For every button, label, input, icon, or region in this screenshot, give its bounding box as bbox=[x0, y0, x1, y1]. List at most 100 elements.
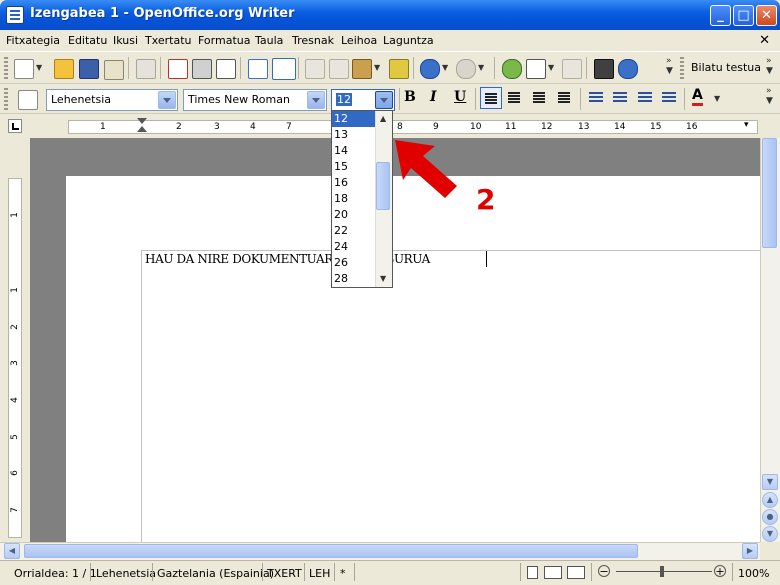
save-icon[interactable] bbox=[79, 59, 99, 79]
vertical-scroll-thumb[interactable] bbox=[762, 138, 777, 248]
multi-page-view-icon[interactable] bbox=[544, 566, 562, 579]
menu-formatua[interactable]: Formatua bbox=[198, 34, 250, 47]
dropdown-scroll-thumb[interactable] bbox=[376, 162, 390, 210]
binoculars-icon[interactable] bbox=[594, 59, 614, 79]
status-zoom[interactable]: 100% bbox=[738, 567, 769, 580]
menu-editatu[interactable]: Editatu bbox=[68, 34, 107, 47]
chevron-down-icon[interactable]: ▼ bbox=[442, 63, 448, 72]
indent-marker-icon[interactable] bbox=[137, 118, 147, 124]
chevron-down-icon[interactable]: ▼ bbox=[36, 63, 42, 72]
cut-icon[interactable] bbox=[305, 59, 325, 79]
draw-icon[interactable] bbox=[562, 59, 582, 79]
chevron-down-icon[interactable]: ▼ bbox=[548, 63, 554, 72]
decrease-indent-icon[interactable] bbox=[638, 92, 652, 94]
chevron-down-icon[interactable]: ▾ bbox=[744, 120, 749, 130]
status-page[interactable]: Orrialdea: 1 / 1 bbox=[14, 567, 97, 580]
status-page-style[interactable]: Lehenetsia bbox=[96, 567, 156, 580]
vertical-ruler-strip[interactable] bbox=[8, 178, 22, 538]
scroll-down-icon[interactable]: ▼ bbox=[380, 274, 386, 283]
chevron-down-icon[interactable]: ▼ bbox=[374, 63, 380, 72]
scroll-left-icon[interactable]: ◀ bbox=[4, 543, 20, 559]
align-right-icon[interactable] bbox=[533, 92, 545, 94]
toolbar-overflow-icon[interactable]: » ▼ bbox=[666, 56, 673, 76]
menu-leihoa[interactable]: Leihoa bbox=[341, 34, 377, 47]
close-button[interactable]: ✕ bbox=[756, 5, 777, 26]
single-page-view-icon[interactable] bbox=[527, 566, 538, 579]
chevron-down-icon[interactable] bbox=[158, 91, 176, 109]
table-icon[interactable] bbox=[526, 59, 546, 79]
font-name-select[interactable]: Times New Roman bbox=[183, 89, 327, 111]
align-left-button[interactable] bbox=[480, 87, 502, 109]
navigator-dot-icon[interactable]: ● bbox=[762, 509, 778, 525]
font-size-option[interactable]: 16 bbox=[332, 175, 377, 191]
chevron-down-icon[interactable]: ▼ bbox=[478, 63, 484, 72]
find-text-label[interactable]: Bilatu testua bbox=[691, 61, 761, 74]
font-color-icon[interactable]: A bbox=[692, 87, 703, 106]
font-size-option[interactable]: 12 bbox=[332, 111, 377, 127]
tab-stop-selector[interactable] bbox=[8, 119, 22, 133]
scroll-up-icon[interactable]: ▲ bbox=[380, 114, 386, 123]
bold-button[interactable]: B bbox=[404, 89, 416, 105]
open-folder-icon[interactable] bbox=[54, 59, 74, 79]
font-size-option[interactable]: 18 bbox=[332, 191, 377, 207]
document-page[interactable] bbox=[66, 176, 760, 542]
scroll-right-icon[interactable]: ▶ bbox=[742, 543, 758, 559]
status-selection-mode[interactable]: LEH bbox=[309, 567, 330, 580]
print-preview-icon[interactable] bbox=[216, 59, 236, 79]
font-size-option[interactable]: 24 bbox=[332, 239, 377, 255]
menu-taula[interactable]: Taula bbox=[255, 34, 283, 47]
align-justify-icon[interactable] bbox=[558, 92, 570, 94]
menu-ikusi[interactable]: Ikusi bbox=[113, 34, 138, 47]
writer-app-icon[interactable] bbox=[6, 6, 24, 24]
zoom-out-icon[interactable]: − bbox=[598, 565, 610, 577]
menu-fitxategia[interactable]: Fitxategia bbox=[6, 34, 60, 47]
toolbar-grip[interactable] bbox=[680, 57, 684, 79]
styles-icon[interactable] bbox=[18, 90, 38, 110]
vertical-ruler[interactable] bbox=[0, 138, 30, 542]
pdf-export-icon[interactable] bbox=[168, 59, 188, 79]
redo-icon[interactable] bbox=[456, 59, 476, 79]
spellcheck-icon[interactable] bbox=[248, 59, 268, 79]
italic-button[interactable]: I bbox=[430, 89, 437, 105]
email-icon[interactable] bbox=[104, 60, 124, 80]
edit-icon[interactable] bbox=[136, 59, 156, 79]
book-view-icon[interactable] bbox=[567, 566, 585, 579]
font-size-select[interactable]: 12 bbox=[331, 89, 395, 111]
chevron-down-icon[interactable] bbox=[307, 91, 325, 109]
toolbar-overflow-icon[interactable]: » ▼ bbox=[766, 56, 773, 76]
minimize-button[interactable]: _ bbox=[710, 5, 731, 26]
scroll-down-icon[interactable]: ▼ bbox=[762, 474, 778, 490]
new-document-icon[interactable] bbox=[14, 59, 34, 79]
chevron-down-icon[interactable]: ▼ bbox=[714, 94, 720, 103]
document-close-icon[interactable]: ✕ bbox=[759, 33, 770, 48]
font-size-option[interactable]: 20 bbox=[332, 207, 377, 223]
chevron-down-icon[interactable] bbox=[375, 91, 393, 109]
undo-icon[interactable] bbox=[420, 59, 440, 79]
menu-laguntza[interactable]: Laguntza bbox=[383, 34, 434, 47]
font-size-option[interactable]: 28 bbox=[332, 271, 377, 287]
maximize-button[interactable]: □ bbox=[733, 5, 754, 26]
menu-txertatu[interactable]: Txertatu bbox=[145, 34, 192, 47]
status-insert-mode[interactable]: TXERT bbox=[267, 567, 302, 580]
zoom-slider[interactable] bbox=[616, 571, 712, 572]
font-size-option[interactable]: 15 bbox=[332, 159, 377, 175]
paste-icon[interactable] bbox=[352, 59, 372, 79]
next-page-icon[interactable]: ▼ bbox=[762, 526, 778, 542]
zoom-in-icon[interactable]: + bbox=[714, 565, 726, 577]
horizontal-scroll-thumb[interactable] bbox=[24, 544, 638, 558]
paragraph-style-select[interactable]: Lehenetsia bbox=[46, 89, 178, 111]
format-paintbrush-icon[interactable] bbox=[389, 59, 409, 79]
status-language[interactable]: Gaztelania (Espainia) bbox=[157, 567, 274, 580]
toolbar-grip[interactable] bbox=[4, 88, 8, 110]
menu-tresnak[interactable]: Tresnak bbox=[292, 34, 334, 47]
indent-marker-icon[interactable] bbox=[137, 126, 147, 132]
align-center-icon[interactable] bbox=[508, 92, 520, 94]
navigator-icon[interactable] bbox=[618, 59, 638, 79]
copy-icon[interactable] bbox=[329, 59, 349, 79]
font-size-option[interactable]: 22 bbox=[332, 223, 377, 239]
underline-button[interactable]: U bbox=[454, 89, 466, 105]
bullets-icon[interactable] bbox=[613, 92, 627, 94]
autocheck-icon[interactable] bbox=[272, 58, 296, 80]
gallery-icon[interactable] bbox=[502, 59, 522, 79]
previous-page-icon[interactable]: ▲ bbox=[762, 492, 778, 508]
